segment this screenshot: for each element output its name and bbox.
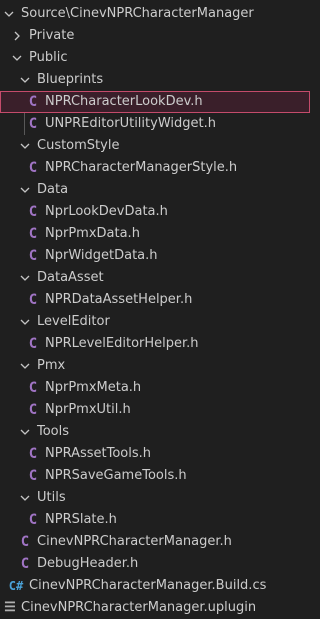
tree-file[interactable]: C NprPmxMeta.h [0, 377, 310, 399]
cpp-header-icon: C [28, 336, 38, 352]
tree-folder-data[interactable]: Data [0, 179, 310, 201]
file-label: NPRDataAssetHelper.h [45, 292, 193, 307]
tree-folder-blueprints[interactable]: Blueprints [0, 69, 310, 91]
file-label: NprPmxMeta.h [45, 380, 142, 395]
tree-folder-source[interactable]: Source\CinevNPRCharacterManager [0, 3, 310, 25]
cpp-header-icon: C [28, 468, 38, 484]
tree-file[interactable]: C NPRSlate.h [0, 509, 310, 531]
cpp-header-icon: C [28, 512, 38, 528]
chevron-right-icon[interactable] [9, 25, 25, 47]
file-label: NprLookDevData.h [45, 204, 168, 219]
file-label: NPRSlate.h [45, 512, 117, 527]
cpp-header-icon: C [28, 248, 38, 264]
file-label: UNPREditorUtilityWidget.h [45, 116, 216, 131]
file-label: CinevNPRCharacterManager.h [37, 534, 232, 549]
tree-file[interactable]: C NprPmxData.h [0, 223, 310, 245]
indent-guide [24, 113, 25, 135]
cpp-header-icon: C [28, 380, 38, 396]
tree-file[interactable]: C NprPmxUtil.h [0, 399, 310, 421]
file-label: NPRAssetTools.h [45, 446, 151, 461]
chevron-down-icon[interactable] [17, 69, 33, 91]
folder-label: Private [29, 28, 75, 43]
file-label: NprWidgetData.h [45, 248, 158, 263]
folder-label: Pmx [37, 358, 66, 373]
file-label: NPRSaveGameTools.h [45, 468, 187, 483]
chevron-down-icon[interactable] [9, 47, 25, 69]
file-label: CinevNPRCharacterManager.uplugin [21, 600, 257, 615]
folder-label: Tools [37, 424, 70, 439]
folder-label: Source\CinevNPRCharacterManager [21, 6, 254, 21]
cpp-header-icon: C [28, 446, 38, 462]
folder-label: Data [37, 182, 69, 197]
folder-label: Utils [37, 490, 66, 505]
tree-file[interactable]: C NPRLevelEditorHelper.h [0, 333, 310, 355]
tree-folder-pmx[interactable]: Pmx [0, 355, 310, 377]
tree-file-build-cs[interactable]: C# CinevNPRCharacterManager.Build.cs [0, 575, 310, 597]
cpp-header-icon: C [28, 204, 38, 220]
file-label: NPRCharacterManagerStyle.h [45, 160, 238, 175]
cpp-header-icon: C [20, 556, 30, 572]
cpp-header-icon: C [28, 94, 38, 110]
file-explorer-tree: Source\CinevNPRCharacterManager Private … [0, 0, 310, 618]
file-label: NPRCharacterLookDev.h [45, 94, 203, 109]
chevron-down-icon[interactable] [17, 487, 33, 509]
chevron-down-icon[interactable] [17, 355, 33, 377]
tree-file[interactable]: C NPRDataAssetHelper.h [0, 289, 310, 311]
tree-file[interactable]: C NprWidgetData.h [0, 245, 310, 267]
cpp-header-icon: C [20, 534, 30, 550]
cpp-header-icon: C [28, 402, 38, 418]
folder-label: Blueprints [37, 72, 104, 87]
cpp-header-icon: C [28, 116, 38, 132]
chevron-down-icon[interactable] [17, 311, 33, 333]
tree-folder-private[interactable]: Private [0, 25, 310, 47]
chevron-down-icon[interactable] [17, 179, 33, 201]
tree-folder-utils[interactable]: Utils [0, 487, 310, 509]
file-label: DebugHeader.h [37, 556, 139, 571]
tree-folder-dataasset[interactable]: DataAsset [0, 267, 310, 289]
tree-folder-tools[interactable]: Tools [0, 421, 310, 443]
tree-folder-customstyle[interactable]: CustomStyle [0, 135, 310, 157]
csharp-file-icon: C# [8, 579, 24, 593]
file-label: NPRLevelEditorHelper.h [45, 336, 199, 351]
file-label: NprPmxUtil.h [45, 402, 131, 417]
tree-file[interactable]: C DebugHeader.h [0, 553, 310, 575]
tree-folder-public[interactable]: Public [0, 47, 310, 69]
file-label: CinevNPRCharacterManager.Build.cs [29, 578, 267, 593]
tree-file[interactable]: C NPRAssetTools.h [0, 443, 310, 465]
cpp-header-icon: C [28, 226, 38, 242]
tree-file-uplugin[interactable]: ☰ CinevNPRCharacterManager.uplugin [0, 597, 310, 619]
folder-label: Public [29, 50, 68, 65]
folder-label: DataAsset [37, 270, 104, 285]
folder-label: CustomStyle [37, 138, 120, 153]
chevron-down-icon[interactable] [17, 267, 33, 289]
cpp-header-icon: C [28, 292, 38, 308]
tree-folder-leveleditor[interactable]: LevelEditor [0, 311, 310, 333]
chevron-down-icon[interactable] [1, 3, 17, 25]
uplugin-file-icon: ☰ [4, 600, 16, 615]
tree-file[interactable]: C NPRSaveGameTools.h [0, 465, 310, 487]
tree-file[interactable]: C CinevNPRCharacterManager.h [0, 531, 310, 553]
tree-file[interactable]: C NprLookDevData.h [0, 201, 310, 223]
chevron-down-icon[interactable] [17, 421, 33, 443]
folder-label: LevelEditor [37, 314, 110, 329]
tree-file[interactable]: C UNPREditorUtilityWidget.h [0, 113, 310, 135]
tree-file[interactable]: C NPRCharacterManagerStyle.h [0, 157, 310, 179]
cpp-header-icon: C [28, 160, 38, 176]
file-label: NprPmxData.h [45, 226, 140, 241]
chevron-down-icon[interactable] [17, 135, 33, 157]
tree-file-selected[interactable]: C NPRCharacterLookDev.h [0, 91, 310, 113]
